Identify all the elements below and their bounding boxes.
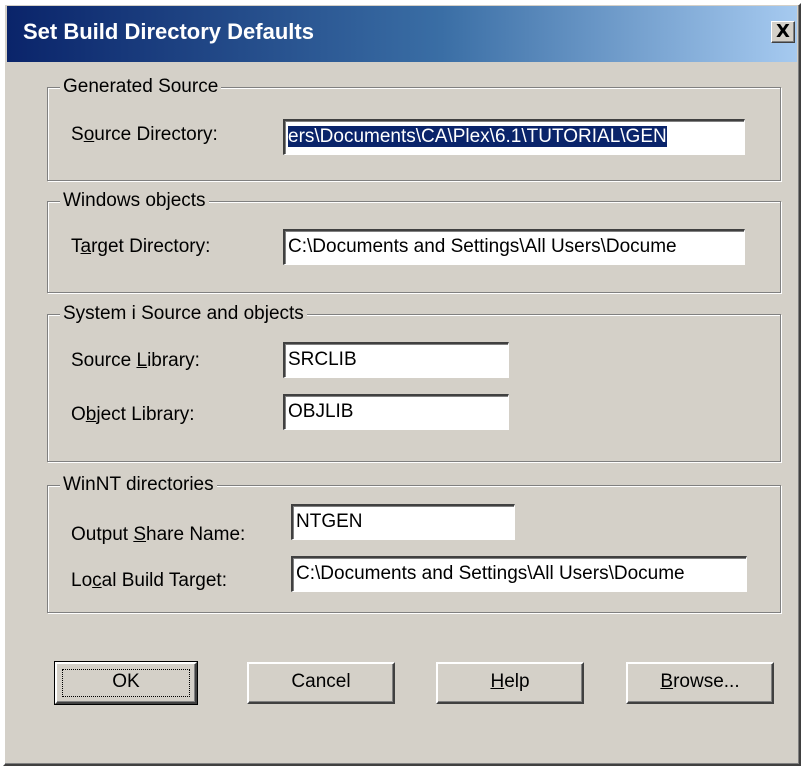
title-bar[interactable]: Set Build Directory Defaults X: [7, 6, 797, 62]
source-library-label: Source Library:: [71, 350, 200, 371]
browse-button[interactable]: Browse...: [626, 662, 774, 704]
local-build-target-value: C:\Documents and Settings\All Users\Docu…: [296, 563, 685, 584]
object-library-label: Object Library:: [71, 404, 195, 425]
group-title: Windows objects: [60, 189, 209, 213]
output-share-name-value: NTGEN: [296, 511, 363, 532]
source-library-input[interactable]: SRCLIB: [283, 342, 509, 378]
object-library-input[interactable]: OBJLIB: [283, 394, 509, 430]
local-build-target-label: Local Build Target:: [71, 570, 227, 591]
help-button-label: Help: [490, 671, 530, 692]
window-title: Set Build Directory Defaults: [23, 19, 314, 44]
group-title: System i Source and objects: [60, 302, 307, 326]
target-directory-input[interactable]: C:\Documents and Settings\All Users\Docu…: [283, 229, 745, 265]
source-directory-value: ers\Documents\CA\Plex\6.1\TUTORIAL\GEN: [288, 126, 667, 147]
target-directory-label: Target Directory:: [71, 236, 211, 257]
close-button[interactable]: X: [771, 21, 795, 43]
browse-button-label: Browse...: [660, 671, 740, 692]
close-icon: X: [776, 21, 790, 42]
ok-button-label: OK: [112, 671, 140, 692]
dialog-window: Set Build Directory Defaults X Generated…: [3, 3, 801, 766]
output-share-name-label: Output Share Name:: [71, 524, 246, 545]
group-title: Generated Source: [60, 75, 222, 99]
source-directory-input[interactable]: ers\Documents\CA\Plex\6.1\TUTORIAL\GEN: [283, 119, 745, 155]
output-share-name-input[interactable]: NTGEN: [291, 504, 515, 540]
group-system-i: System i Source and objects: [47, 302, 781, 462]
cancel-button-label: Cancel: [291, 671, 351, 692]
ok-button[interactable]: OK: [54, 661, 198, 705]
source-directory-label: Source Directory:: [71, 124, 218, 145]
group-title: WinNT directories: [60, 473, 217, 497]
target-directory-value: C:\Documents and Settings\All Users\Docu…: [288, 236, 677, 257]
help-button[interactable]: Help: [436, 662, 584, 704]
local-build-target-input[interactable]: C:\Documents and Settings\All Users\Docu…: [291, 556, 747, 592]
object-library-value: OBJLIB: [288, 401, 354, 422]
source-library-value: SRCLIB: [288, 349, 357, 370]
cancel-button[interactable]: Cancel: [247, 662, 395, 704]
